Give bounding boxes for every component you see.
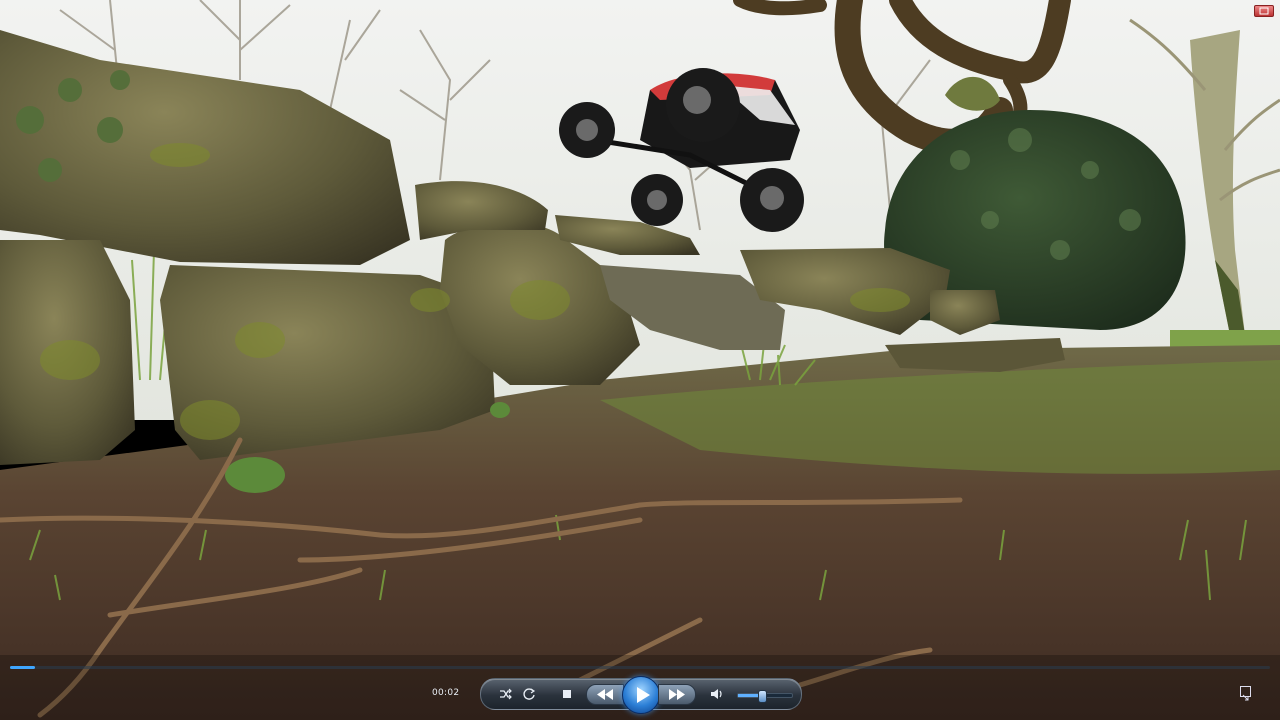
shuffle-icon [500, 688, 512, 700]
previous-button[interactable] [586, 684, 624, 705]
repeat-icon [523, 688, 536, 700]
play-button[interactable] [622, 676, 660, 714]
repeat-button[interactable] [521, 686, 537, 702]
restore-icon [1259, 7, 1269, 15]
fullscreen-button[interactable] [1240, 686, 1251, 701]
next-button[interactable] [658, 684, 696, 705]
previous-icon [597, 689, 613, 700]
seek-bar[interactable] [10, 666, 1270, 669]
restore-button[interactable] [1254, 5, 1274, 17]
mute-button[interactable] [709, 686, 725, 702]
stop-button[interactable] [559, 686, 575, 702]
transport-pill [480, 676, 802, 714]
next-icon [669, 689, 685, 700]
player-controls: 00:02 [0, 662, 1280, 720]
shuffle-button[interactable] [497, 686, 513, 702]
fullscreen-icon [1242, 694, 1249, 701]
play-icon [637, 687, 650, 703]
volume-slider[interactable] [737, 690, 793, 703]
seek-progress [10, 666, 36, 669]
elapsed-time: 00:02 [432, 688, 460, 698]
volume-thumb[interactable] [758, 690, 768, 703]
video-scene [0, 0, 1280, 720]
video-frame[interactable] [0, 0, 1280, 720]
stop-icon [563, 690, 571, 698]
speaker-icon [711, 689, 722, 699]
